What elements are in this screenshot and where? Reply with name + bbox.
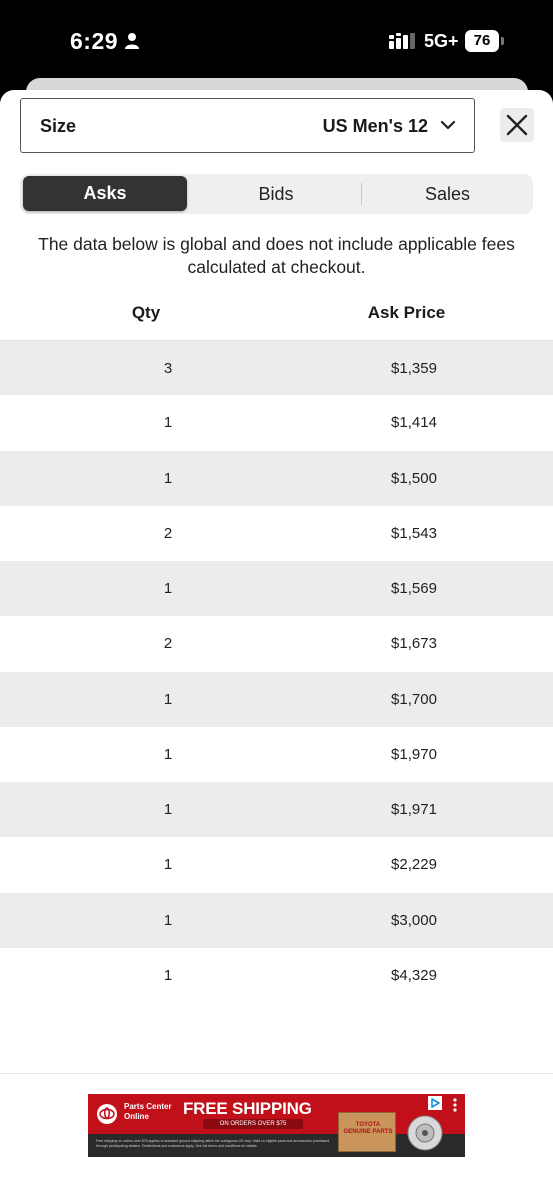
tab-sales[interactable]: Sales	[362, 174, 533, 214]
table-row: 2 $1,543	[0, 506, 553, 561]
disclaimer-text: The data below is global and does not in…	[38, 234, 515, 277]
table-row: 1 $1,569	[0, 561, 553, 617]
qty-cell: 1	[163, 966, 173, 984]
tab-bids[interactable]: Bids	[190, 174, 362, 214]
qty-cell: 3	[163, 360, 173, 377]
close-button[interactable]	[500, 108, 534, 142]
ad-choices-icon[interactable]	[428, 1096, 442, 1110]
table-row: 1 $4,329	[0, 948, 553, 1003]
brake-rotor-icon	[407, 1115, 443, 1151]
qty-column-header: Qty	[131, 303, 161, 322]
qty-cell: 1	[163, 911, 173, 929]
table-row: 1 $1,500	[0, 450, 553, 506]
price-cell: $3,000	[391, 911, 437, 929]
bottom-sheet: Size US Men's 12 Asks Bids Sales The dat…	[0, 90, 553, 1200]
qty-cell: 1	[163, 469, 173, 487]
table-row: 1 $1,970	[0, 727, 553, 782]
table-row: 1 $1,414	[0, 395, 553, 450]
qty-cell: 1	[163, 856, 173, 874]
price-cell: $1,700	[391, 690, 437, 708]
status-bar: 6:29 5G+ 76	[0, 0, 553, 90]
ad-banner[interactable]: Parts Center Online FREE SHIPPING ON ORD…	[88, 1094, 465, 1157]
price-cell: $1,569	[391, 580, 437, 597]
qty-cell: 1	[163, 580, 173, 597]
price-column-header: Ask Price	[367, 303, 446, 322]
table-row: 1 $1,700	[0, 671, 553, 727]
price-cell: $1,359	[391, 360, 437, 377]
price-cell: $4,329	[391, 966, 437, 984]
price-cell: $1,971	[391, 801, 437, 818]
network-label: 5G+	[424, 31, 459, 51]
qty-cell: 2	[163, 635, 173, 653]
chevron-down-icon	[440, 120, 456, 130]
price-cell: $1,673	[391, 635, 437, 653]
ad-headline: FREE SHIPPING	[183, 1099, 312, 1118]
size-label: Size	[40, 116, 77, 136]
ad-menu-icon[interactable]	[452, 1097, 458, 1113]
ad-subline: ON ORDERS OVER $75	[203, 1119, 303, 1129]
battery-indicator: 76	[465, 30, 505, 52]
tab-asks[interactable]: Asks	[23, 176, 187, 211]
person-icon	[125, 33, 139, 49]
table-header: Qty Ask Price	[0, 296, 553, 330]
qty-cell: 2	[163, 524, 173, 542]
parts-box-label: TOYOTA GENUINE PARTS	[343, 1122, 393, 1135]
ad-brand: Parts Center Online	[124, 1102, 172, 1121]
parts-box-image: TOYOTA GENUINE PARTS	[338, 1112, 396, 1152]
ad-divider	[0, 1073, 553, 1074]
table-row: 1 $2,229	[0, 837, 553, 892]
battery-tip	[501, 37, 504, 45]
table-row: 3 $1,359	[0, 340, 553, 396]
qty-cell: 1	[163, 801, 173, 818]
size-dropdown[interactable]: Size US Men's 12	[20, 98, 475, 153]
table-row: 1 $3,000	[0, 892, 553, 948]
price-cell: $1,414	[391, 414, 437, 432]
price-cell: $2,229	[391, 856, 437, 874]
price-cell: $1,543	[391, 524, 437, 542]
toyota-logo-icon	[97, 1104, 117, 1124]
size-value: US Men's 12	[322, 116, 428, 136]
price-cell: $1,500	[391, 469, 437, 487]
qty-cell: 1	[163, 745, 173, 763]
close-icon	[506, 114, 528, 136]
signal-icon	[389, 33, 415, 49]
table-row: 1 $1,971	[0, 782, 553, 838]
ad-fineprint: Free shipping on orders over $75 applies…	[96, 1139, 330, 1148]
price-cell: $1,970	[391, 745, 437, 763]
battery-level: 76	[465, 30, 499, 52]
segmented-tabs: Asks Bids Sales	[20, 174, 533, 214]
qty-cell: 1	[163, 690, 173, 708]
status-time: 6:29	[70, 28, 119, 54]
asks-table: 3 $1,359 1 $1,414 1 $1,500 2 $1,543 1 $1…	[0, 340, 553, 1003]
qty-cell: 1	[163, 414, 173, 432]
table-row: 2 $1,673	[0, 616, 553, 671]
